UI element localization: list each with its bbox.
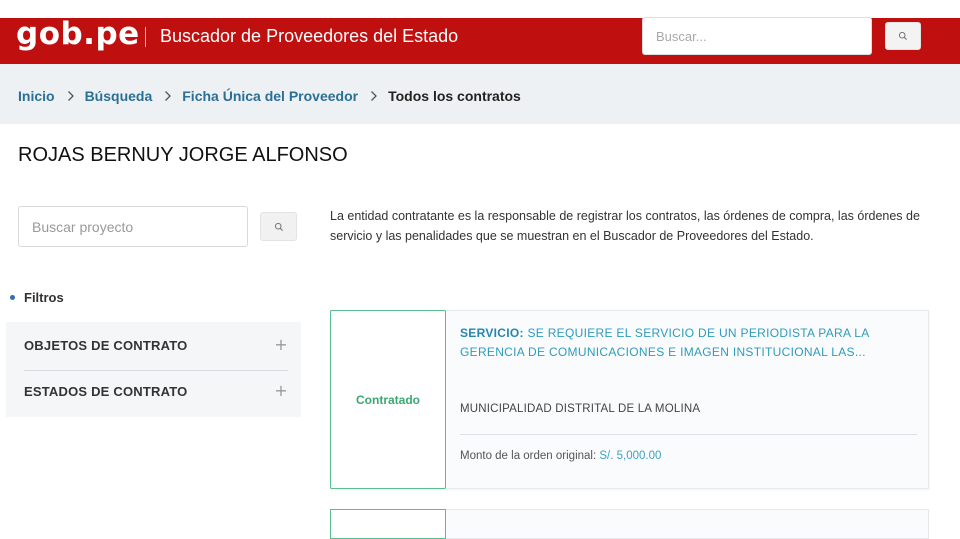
filter-estados-de-contrato[interactable]: ESTADOS DE CONTRATO + bbox=[24, 368, 288, 414]
header-divider bbox=[145, 27, 146, 47]
header-search-input[interactable] bbox=[642, 17, 872, 55]
plus-icon[interactable]: + bbox=[274, 337, 288, 353]
site-title[interactable]: Buscador de Proveedores del Estado bbox=[160, 24, 458, 48]
contract-type: SERVICIO: bbox=[460, 326, 524, 340]
breadcrumb-current: Todos los contratos bbox=[388, 88, 521, 104]
gob-pe-logo[interactable]: gob.pe bbox=[16, 16, 140, 52]
card-divider bbox=[460, 434, 917, 435]
contract-status-box: Contratado bbox=[330, 310, 446, 489]
contract-status-box bbox=[330, 509, 446, 539]
amount-label: Monto de la orden original: bbox=[460, 450, 597, 462]
responsibility-notice: La entidad contratante es la responsable… bbox=[330, 209, 920, 243]
plus-icon[interactable]: + bbox=[274, 383, 288, 399]
filter-objetos-de-contrato[interactable]: OBJETOS DE CONTRATO + bbox=[24, 322, 288, 368]
bullet-icon bbox=[10, 295, 15, 300]
filter-panel: OBJETOS DE CONTRATO + ESTADOS DE CONTRAT… bbox=[6, 322, 301, 417]
breadcrumb: Inicio Búsqueda Ficha Única del Proveedo… bbox=[18, 88, 521, 104]
contract-card[interactable]: Contratado SERVICIO: SE REQUIERE EL SERV… bbox=[330, 310, 929, 489]
contract-amount: Monto de la orden original: S/. 5,000.00 bbox=[460, 450, 661, 462]
breadcrumb-inicio[interactable]: Inicio bbox=[18, 88, 55, 104]
filters-title: Filtros bbox=[24, 290, 64, 305]
chevron-right-icon bbox=[164, 90, 172, 102]
filter-label: ESTADOS DE CONTRATO bbox=[24, 383, 188, 399]
amount-value: S/. 5,000.00 bbox=[599, 450, 662, 462]
search-icon bbox=[274, 222, 283, 231]
provider-name: ROJAS BERNUY JORGE ALFONSO bbox=[18, 144, 348, 166]
top-header: gob.pe Buscador de Proveedores del Estad… bbox=[0, 0, 960, 64]
contract-status: Contratado bbox=[356, 392, 420, 407]
project-search-button[interactable] bbox=[260, 212, 297, 241]
chevron-right-icon bbox=[67, 90, 75, 102]
breadcrumb-busqueda[interactable]: Búsqueda bbox=[85, 88, 153, 104]
project-search-input[interactable] bbox=[18, 206, 248, 247]
chevron-right-icon bbox=[370, 90, 378, 102]
contract-title-link[interactable]: SERVICIO: SE REQUIERE EL SERVICIO DE UN … bbox=[460, 324, 917, 362]
filter-label: OBJETOS DE CONTRATO bbox=[24, 337, 188, 353]
header-search-button[interactable] bbox=[885, 22, 921, 50]
filters-heading: Filtros bbox=[10, 290, 64, 305]
contract-card-next[interactable] bbox=[330, 509, 929, 539]
breadcrumb-bar: Inicio Búsqueda Ficha Única del Proveedo… bbox=[0, 64, 960, 124]
contract-body: SERVICIO: SE REQUIERE EL SERVICIO DE UN … bbox=[460, 324, 917, 462]
contracting-entity: MUNICIPALIDAD DISTRITAL DE LA MOLINA bbox=[460, 403, 701, 415]
breadcrumb-ficha-proveedor[interactable]: Ficha Única del Proveedor bbox=[182, 88, 358, 104]
search-icon bbox=[898, 31, 907, 40]
